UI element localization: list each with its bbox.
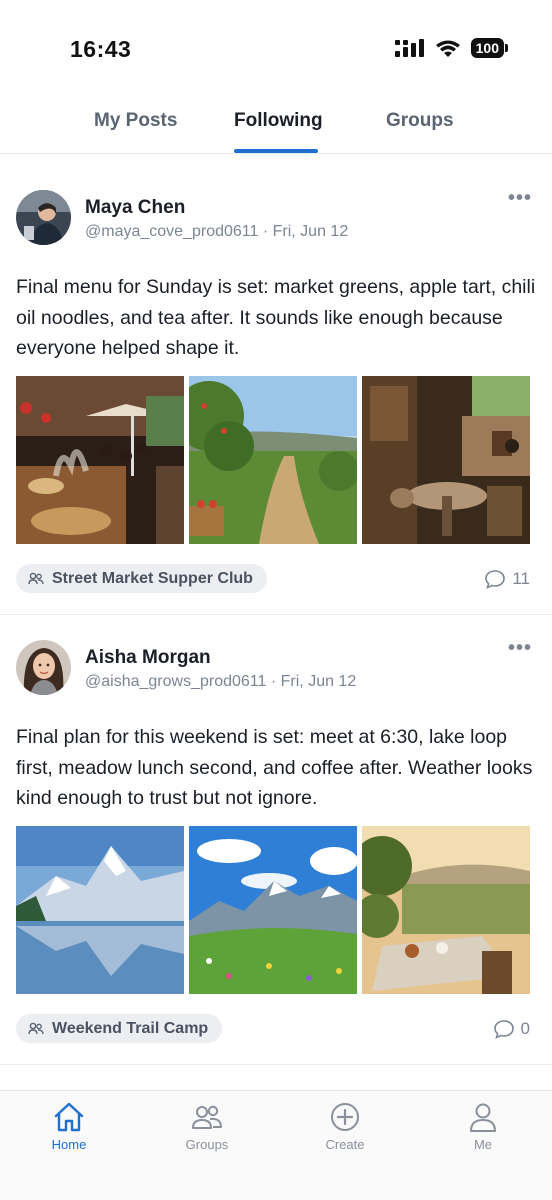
- post-card: Maya Chen @maya_cove_prod0611 · Fri, Jun…: [0, 165, 552, 615]
- post-meta: @maya_cove_prod0611 · Fri, Jun 12: [85, 223, 348, 241]
- avatar[interactable]: [16, 640, 71, 695]
- post-date: Fri, Jun 12: [272, 223, 349, 240]
- group-chip[interactable]: Street Market Supper Club: [16, 564, 267, 593]
- home-icon: [54, 1102, 84, 1132]
- groups-icon: [192, 1105, 222, 1129]
- author-handle[interactable]: @aisha_grows_prod0611: [85, 673, 266, 690]
- nav-create[interactable]: Create: [295, 1101, 395, 1152]
- tab-following[interactable]: Following: [234, 110, 323, 132]
- author-name[interactable]: Maya Chen: [85, 197, 185, 219]
- nav-groups-label: Groups: [185, 1137, 229, 1152]
- nav-groups[interactable]: Groups: [157, 1101, 257, 1152]
- battery-level: 100: [470, 38, 504, 58]
- nav-create-label: Create: [325, 1137, 365, 1152]
- post-text: Final menu for Sunday is set: market gre…: [16, 276, 536, 359]
- plus-circle-icon: [331, 1103, 359, 1131]
- post-photo[interactable]: [362, 376, 530, 544]
- post-photo[interactable]: [16, 826, 184, 994]
- battery-icon: 100: [470, 38, 508, 58]
- post-photo[interactable]: [189, 826, 357, 994]
- post-card: Aisha Morgan @aisha_grows_prod0611 · Fri…: [0, 615, 552, 1065]
- more-options-icon[interactable]: •••: [508, 637, 532, 660]
- comment-icon: [485, 570, 506, 589]
- tab-my-posts[interactable]: My Posts: [94, 110, 177, 132]
- group-icon: [28, 572, 44, 584]
- author-handle[interactable]: @maya_cove_prod0611: [85, 223, 258, 240]
- tab-groups[interactable]: Groups: [386, 110, 454, 132]
- meta-separator: ·: [270, 673, 281, 690]
- comment-count: 11: [512, 569, 530, 588]
- author-name[interactable]: Aisha Morgan: [85, 647, 211, 669]
- meta-separator: ·: [262, 223, 273, 240]
- post-meta: @aisha_grows_prod0611 · Fri, Jun 12: [85, 673, 356, 691]
- nav-home-label: Home: [51, 1137, 87, 1152]
- feed-tabs: My Posts Following Groups: [0, 96, 552, 154]
- group-chip[interactable]: Weekend Trail Camp: [16, 1014, 223, 1043]
- nav-me[interactable]: Me: [433, 1101, 533, 1152]
- signal-icon: [394, 39, 424, 57]
- active-tab-indicator: [234, 149, 318, 153]
- avatar[interactable]: [16, 190, 71, 245]
- comments-button[interactable]: 11: [484, 569, 530, 589]
- group-name: Weekend Trail Camp: [52, 1019, 209, 1037]
- nav-home[interactable]: Home: [19, 1101, 119, 1152]
- photo-grid: [16, 826, 530, 994]
- comments-button[interactable]: 0: [493, 1019, 530, 1039]
- wifi-icon: [435, 40, 460, 57]
- comment-icon: [493, 1020, 514, 1039]
- group-name: Street Market Supper Club: [52, 569, 253, 587]
- post-date: Fri, Jun 12: [280, 673, 357, 690]
- person-icon: [470, 1103, 496, 1132]
- photo-grid: [16, 376, 530, 544]
- status-icons: 100: [394, 38, 508, 58]
- post-photo[interactable]: [362, 826, 530, 994]
- group-icon: [28, 1022, 44, 1034]
- post-text: Final plan for this weekend is set: meet…: [16, 726, 533, 809]
- bottom-nav: Home Groups Create Me: [0, 1090, 552, 1200]
- status-bar: 16:43 100: [0, 0, 552, 96]
- post-photo[interactable]: [16, 376, 184, 544]
- status-time: 16:43: [70, 36, 132, 62]
- feed[interactable]: Maya Chen @maya_cove_prod0611 · Fri, Jun…: [0, 165, 552, 1065]
- more-options-icon[interactable]: •••: [508, 187, 532, 210]
- post-photo[interactable]: [189, 376, 357, 544]
- comment-count: 0: [520, 1019, 530, 1038]
- nav-me-label: Me: [473, 1137, 493, 1152]
